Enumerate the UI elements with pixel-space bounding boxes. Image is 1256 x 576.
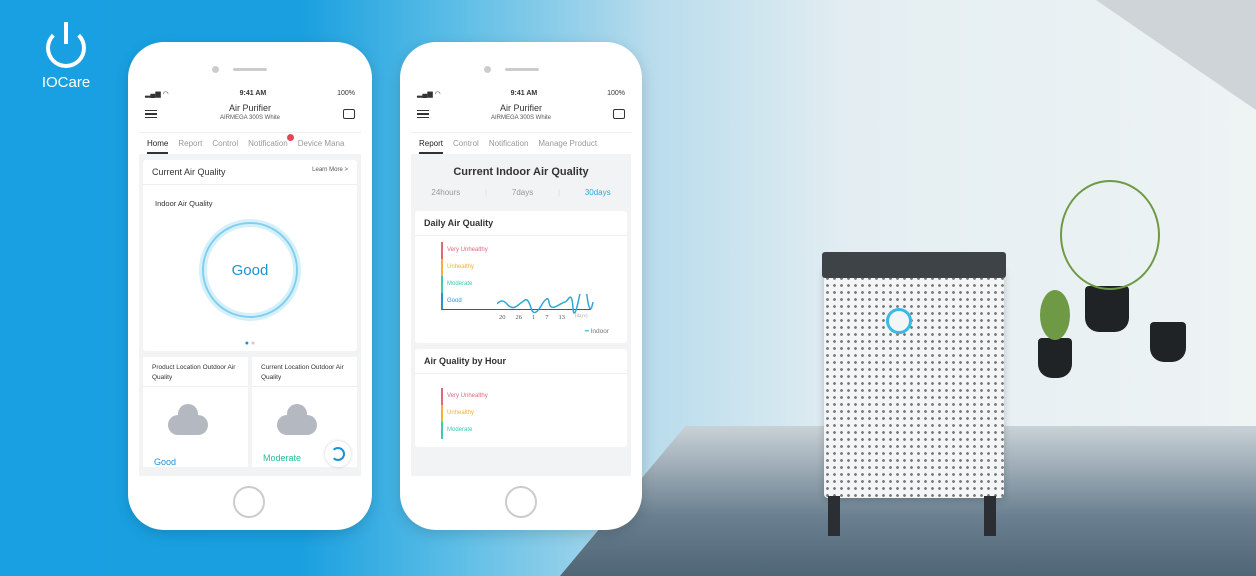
tab-label: Notification: [248, 139, 288, 148]
level-moderate: Moderate: [441, 276, 591, 293]
app-header: Air Purifier AIRMEGA 300S White: [139, 100, 361, 132]
level-unhealthy: Unhealthy: [441, 405, 617, 422]
outdoor-value: Good: [154, 457, 177, 467]
status-bar: ▂▄▆ ◠ 9:41 AM 100%: [411, 88, 631, 100]
product-location-card: Product Location Outdoor Air Quality Good: [143, 357, 248, 467]
speaker: [505, 68, 539, 71]
period-selector: 24hours | 7days | 30days: [431, 188, 611, 197]
device-icon[interactable]: [613, 109, 625, 119]
device-icon[interactable]: [343, 109, 355, 119]
battery: 100%: [607, 90, 625, 97]
notification-badge: [286, 134, 294, 141]
period-30days[interactable]: 30days: [585, 188, 611, 197]
current-location-card: Current Location Outdoor Air Quality Mode…: [252, 357, 357, 467]
learn-more-link[interactable]: Learn More >: [312, 167, 348, 177]
purifier-top: [822, 252, 1006, 278]
menu-icon[interactable]: [417, 110, 429, 118]
battery: 100%: [337, 90, 355, 97]
time: 9:41 AM: [510, 90, 538, 97]
purifier-leg: [984, 496, 996, 536]
card-title: Product Location Outdoor Air Quality: [143, 357, 248, 387]
tab-control[interactable]: Control: [212, 133, 238, 154]
camera: [484, 66, 491, 73]
page-dots[interactable]: ● ●: [143, 340, 357, 351]
tab-notification[interactable]: Notification: [248, 133, 294, 154]
period-24hours[interactable]: 24hours: [431, 188, 460, 197]
home-button[interactable]: [505, 486, 537, 518]
air-quality-ring: Good: [202, 222, 298, 318]
level-very-unhealthy: Very Unhealthy: [441, 242, 591, 259]
tab-report[interactable]: Report: [178, 133, 202, 154]
tab-report[interactable]: Report: [419, 133, 444, 154]
tab-home[interactable]: Home: [147, 133, 169, 154]
plant-pot: [1150, 322, 1186, 362]
x-unit: (days): [575, 314, 588, 319]
app-header: Air Purifier AIRMEGA 300S White: [411, 100, 631, 132]
x-tick: 1: [532, 314, 536, 321]
card-title: Current Location Outdoor Air Quality: [252, 357, 357, 387]
x-tick: 7: [545, 314, 549, 321]
plant-leaves: [1060, 180, 1160, 290]
phone-home-screen: ▂▄▆ ◠ 9:41 AM 100% Air Purifier AIRMEGA 30…: [128, 42, 372, 530]
report-title: Current Indoor Air Quality: [453, 166, 589, 178]
purifier-leg: [828, 496, 840, 536]
tab-control[interactable]: Control: [453, 133, 479, 154]
tab-bar: Report Control Notification Manage Produ…: [411, 132, 631, 154]
plant-pot: [1038, 338, 1072, 378]
home-button[interactable]: [233, 486, 265, 518]
x-tick: 13: [558, 314, 566, 321]
chart-legend: ━ Indoor: [584, 328, 609, 335]
app-title: Air Purifier: [499, 103, 542, 113]
plant-leaves: [1040, 290, 1070, 340]
tab-manage-product[interactable]: Manage Product: [538, 133, 597, 154]
speaker: [233, 68, 267, 71]
indoor-line: [497, 294, 594, 314]
outdoor-value: Moderate: [263, 453, 302, 463]
time: 9:41 AM: [239, 90, 267, 97]
card-title: Air Quality by Hour: [424, 356, 507, 366]
tab-device-manage[interactable]: Device Mana: [298, 133, 345, 154]
level-unhealthy: Unhealthy: [441, 259, 591, 276]
level-moderate: Moderate: [441, 422, 617, 439]
air-purifier-product: [822, 252, 1006, 536]
indoor-label: Indoor Air Quality: [155, 199, 213, 208]
card-title: Current Air Quality: [152, 167, 226, 177]
x-tick: 26: [515, 314, 523, 321]
legend-indoor: Indoor: [590, 328, 609, 335]
phone-report-screen: ▂▄▆ ◠ 9:41 AM 100% Air Purifier AIRMEGA 30…: [400, 42, 642, 530]
hourly-air-quality-card: Air Quality by Hour Very Unhealthy Unhea…: [415, 349, 627, 447]
power-icon: [46, 22, 86, 68]
cloud-icon: [277, 404, 317, 435]
tab-notification[interactable]: Notification: [489, 133, 529, 154]
card-title: Daily Air Quality: [424, 218, 494, 228]
device-name: AIRMEGA 300S White: [490, 115, 552, 121]
current-air-quality-card: Current Air Quality Learn More > Indoor A…: [143, 160, 357, 351]
camera: [212, 66, 219, 73]
refresh-icon: [331, 447, 345, 461]
cloud-icon: [168, 404, 208, 435]
indoor-value: Good: [231, 261, 269, 279]
app-title: Air Purifier: [228, 103, 271, 113]
level-very-unhealthy: Very Unhealthy: [441, 388, 617, 405]
tab-bar: Home Report Control Notification Device …: [139, 132, 361, 154]
menu-icon[interactable]: [145, 110, 157, 118]
daily-air-quality-card: Daily Air Quality Very Unhealthy Unhealt…: [415, 211, 627, 343]
device-name: AIRMEGA 300S White: [219, 115, 281, 121]
iocare-logo: IOCare: [38, 22, 94, 91]
status-bar: ▂▄▆ ◠ 9:41 AM 100%: [139, 88, 361, 100]
air-quality-ring-light: [886, 308, 912, 334]
refresh-button[interactable]: [325, 441, 351, 467]
x-tick: 20: [499, 314, 506, 321]
logo-text: IOCare: [41, 74, 91, 91]
plant-pot: [1085, 286, 1129, 332]
period-7days[interactable]: 7days: [512, 188, 533, 197]
